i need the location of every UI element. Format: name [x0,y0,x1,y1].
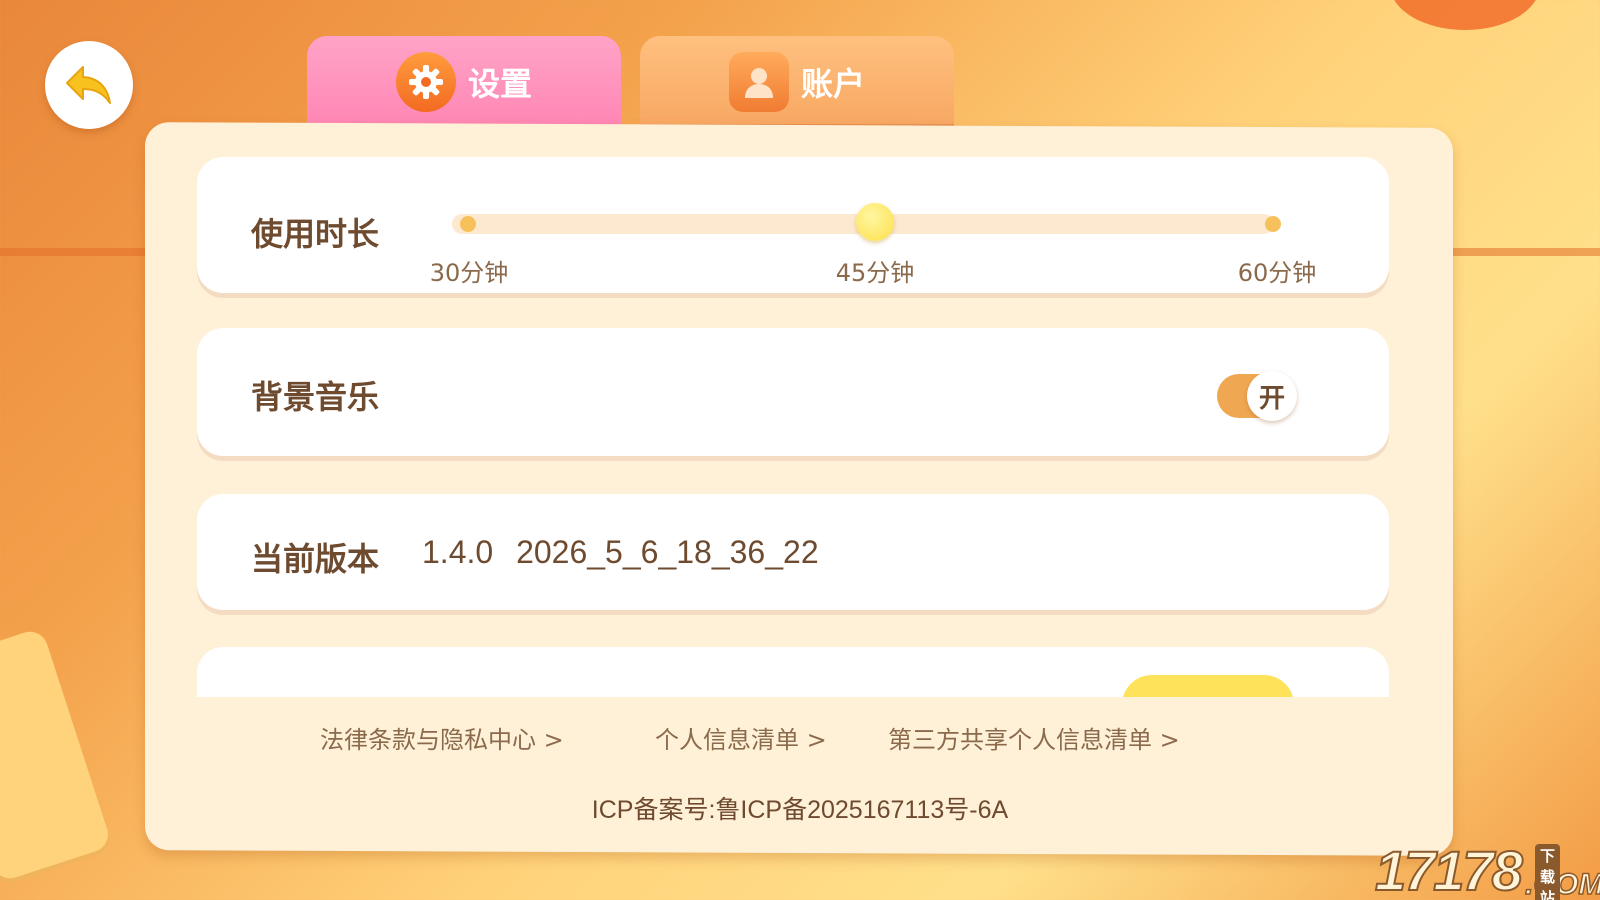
watermark-tag: 下载站 [1535,844,1561,900]
tab-label: 账户 [800,65,865,103]
version-value: 1.4.0 2026_5_6_18_36_22 [422,534,819,570]
slider-tick-label: 45分钟 [835,259,915,287]
duration-slider-handle[interactable] [856,203,894,241]
icp-record: ICP备案号:鲁ICP备2025167113号-6A [591,796,1009,824]
settings-list[interactable]: 使用时长 30分钟 45分钟 60分钟 背景音乐 开 当前版本 1.4.0 20… [197,157,1389,697]
music-toggle[interactable]: 开 [1217,371,1297,421]
background-decoration [1390,0,1540,30]
usage-duration-label: 使用时长 [251,215,380,253]
tab-settings[interactable]: 设置 [307,36,621,128]
slider-stop-30[interactable] [460,216,476,232]
usage-duration-card: 使用时长 30分钟 45分钟 60分钟 [197,157,1389,293]
gear-icon [395,52,456,112]
toggle-knob: 开 [1247,371,1297,421]
partial-action-button[interactable] [1122,675,1294,697]
version-label: 当前版本 [251,540,380,578]
user-icon [728,52,789,112]
footer-links: 法律条款与隐私中心 > 个人信息清单 > 第三方共享个人信息清单 > [0,720,1600,754]
tab-label: 设置 [467,65,532,103]
personal-info-list-link[interactable]: 个人信息清单 > [655,720,827,755]
version-card: 当前版本 1.4.0 2026_5_6_18_36_22 [197,494,1389,610]
background-music-label: 背景音乐 [251,378,380,416]
watermark-logo: 17178 .COM 下载站 [1374,838,1600,900]
background-music-card: 背景音乐 开 [197,328,1389,456]
third-party-sharing-link[interactable]: 第三方共享个人信息清单 > [888,720,1180,755]
back-arrow-icon [66,66,111,104]
list-item-partial [197,647,1389,697]
slider-tick-label: 60分钟 [1237,259,1317,287]
watermark-number: 17178 [1374,838,1524,900]
back-button[interactable] [45,41,133,129]
slider-stop-60[interactable] [1265,216,1281,232]
slider-tick-label: 30分钟 [429,259,509,287]
legal-privacy-link[interactable]: 法律条款与隐私中心 > [320,720,564,755]
tab-account[interactable]: 账户 [640,36,954,128]
background-book-decoration [0,627,113,883]
